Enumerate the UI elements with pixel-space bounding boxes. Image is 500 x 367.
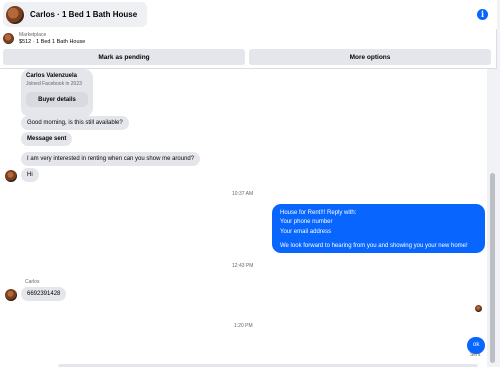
- seen-by-avatar: [475, 305, 482, 312]
- action-bar: Mark as pending More options: [3, 49, 491, 65]
- chat-window: Carlos · 1 Bed 1 Bath House i Marketplac…: [0, 0, 497, 367]
- scroll-thumb[interactable]: [490, 173, 495, 363]
- incoming-message: 6692391428: [21, 287, 67, 301]
- listing-summary[interactable]: Marketplace $512 · 1 Bed 1 Bath House: [0, 30, 497, 48]
- timestamp: 12:43 PM: [232, 263, 254, 269]
- listing-source: Marketplace: [19, 32, 47, 38]
- reply-line: Your email address: [280, 228, 332, 235]
- message-sent-notice: Message sent: [21, 132, 73, 146]
- more-options-button[interactable]: More options: [249, 49, 491, 65]
- listing-price-title: $512 · 1 Bed 1 Bath House: [19, 39, 86, 45]
- sender-name: Carlos: [25, 279, 40, 285]
- incoming-message: Good morning, is this still available?: [21, 116, 129, 130]
- listing-thumbnail: [3, 33, 14, 44]
- reply-line: We look forward to hearing from you and …: [280, 242, 468, 249]
- timestamp: 1:20 PM: [234, 323, 253, 329]
- buyer-name: Carlos Valenzuela: [26, 73, 78, 79]
- conversation-title: Carlos · 1 Bed 1 Bath House: [30, 10, 138, 19]
- buyer-profile-card: Carlos Valenzuela Joined Facebook in 202…: [21, 69, 93, 117]
- carlos-avatar[interactable]: [5, 289, 17, 301]
- conversation-title-button[interactable]: Carlos · 1 Bed 1 Bath House: [3, 2, 148, 27]
- incoming-message: Hi: [21, 168, 39, 182]
- buyer-joined-date: Joined Facebook in 2023: [26, 81, 82, 87]
- reply-line: House for Rent!!! Reply with:: [280, 210, 357, 216]
- incoming-message: I am very interested in renting when can…: [21, 152, 201, 166]
- timestamp: 10:37 AM: [232, 191, 254, 197]
- outgoing-message: House for Rent!!! Reply with: Your phone…: [272, 204, 485, 253]
- buyer-details-button[interactable]: Buyer details: [26, 92, 88, 107]
- info-icon[interactable]: i: [477, 9, 488, 20]
- message-thread[interactable]: Carlos Valenzuela Joined Facebook in 202…: [0, 69, 486, 367]
- carlos-avatar[interactable]: [5, 170, 17, 182]
- thread-scrollbar[interactable]: [487, 69, 497, 367]
- listing-avatar: [6, 5, 24, 24]
- mark-as-pending-button[interactable]: Mark as pending: [3, 49, 245, 65]
- chat-header: Carlos · 1 Bed 1 Bath House i: [0, 0, 497, 29]
- reply-line: Your phone number: [280, 219, 333, 226]
- sent-status: Sent: [470, 352, 481, 358]
